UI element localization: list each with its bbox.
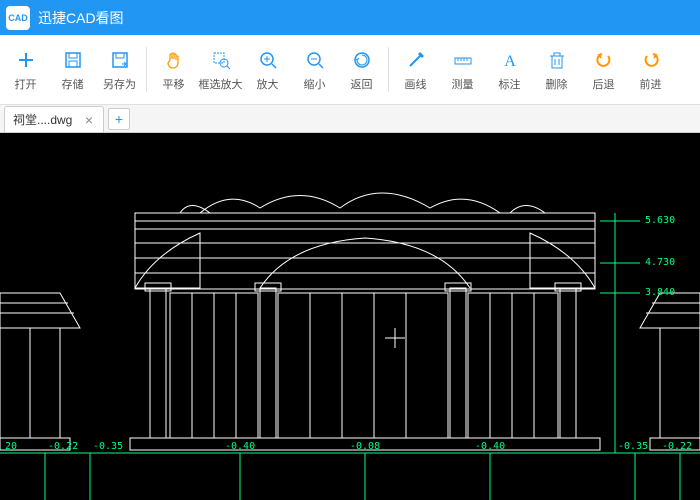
tool-label: 标注 [499,76,521,92]
elevation-label: 3.840 [645,287,675,298]
text-button[interactable]: A 标注 [486,40,533,100]
tool-label: 框选放大 [199,76,243,92]
tool-label: 存储 [62,76,84,92]
tool-label: 打开 [15,76,37,92]
zoomout-icon [303,48,327,72]
tool-label: 缩小 [304,76,326,92]
return-button[interactable]: 返回 [338,40,385,100]
text-icon: A [498,48,522,72]
saveas-icon [108,48,132,72]
ground-label: -0.22 [48,441,78,452]
undo-icon [592,48,616,72]
elevation-label: 4.730 [645,257,675,268]
delete-button[interactable]: 删除 [533,40,580,100]
pan-button[interactable]: 平移 [150,40,197,100]
zoomin-icon [256,48,280,72]
ground-label: -0.40 [475,441,505,452]
tool-label: 删除 [546,76,568,92]
zoom-out-button[interactable]: 缩小 [291,40,338,100]
measure-button[interactable]: 测量 [439,40,486,100]
open-button[interactable]: 打开 [2,40,49,100]
tool-label: 返回 [351,76,373,92]
plus-icon [14,48,38,72]
close-tab-icon[interactable]: × [83,112,95,128]
new-tab-button[interactable]: + [108,108,130,130]
tool-label: 后退 [593,76,615,92]
toolbar-separator [388,47,389,92]
ground-label: -0.22 [662,441,692,452]
zoom-window-button[interactable]: 框选放大 [197,40,244,100]
file-tab-label: 祠堂....dwg [13,111,83,128]
tool-label: 放大 [257,76,279,92]
file-tab[interactable]: 祠堂....dwg × [4,106,104,132]
tool-label: 前进 [640,76,662,92]
ground-label: 20 [5,441,17,452]
drawing-canvas[interactable]: 5.630 4.730 3.840 20 -0.22 -0.35 -0.40 -… [0,133,700,500]
hand-icon [162,48,186,72]
svg-text:A: A [504,53,516,70]
save-icon [61,48,85,72]
ground-label: -0.35 [93,441,123,452]
line-button[interactable]: 画线 [392,40,439,100]
ground-label: -0.40 [225,441,255,452]
ground-label: -0.08 [350,441,380,452]
tool-label: 另存为 [103,76,136,92]
toolbar: 打开 存储 另存为 平移框选放大放大 缩小 返回 画线 测量 A 标注 删除 后退 前进 [0,35,700,105]
trash-icon [545,48,569,72]
tool-label: 平移 [163,76,185,92]
undo-button[interactable]: 后退 [580,40,627,100]
saveas-button[interactable]: 另存为 [96,40,143,100]
ground-label: -0.35 [618,441,648,452]
redo-button[interactable]: 前进 [627,40,674,100]
tool-label: 画线 [405,76,427,92]
measure-icon [451,48,475,72]
return-icon [350,48,374,72]
app-title: 迅捷CAD看图 [38,8,124,28]
titlebar: CAD 迅捷CAD看图 [0,0,700,35]
elevation-label: 5.630 [645,215,675,226]
app-logo: CAD [6,6,30,30]
save-button[interactable]: 存储 [49,40,96,100]
line-icon [404,48,428,72]
redo-icon [639,48,663,72]
zoomwin-icon [209,48,233,72]
tabbar: 祠堂....dwg × + [0,105,700,133]
tool-label: 测量 [452,76,474,92]
toolbar-separator [146,47,147,92]
zoom-in-button[interactable]: 放大 [244,40,291,100]
